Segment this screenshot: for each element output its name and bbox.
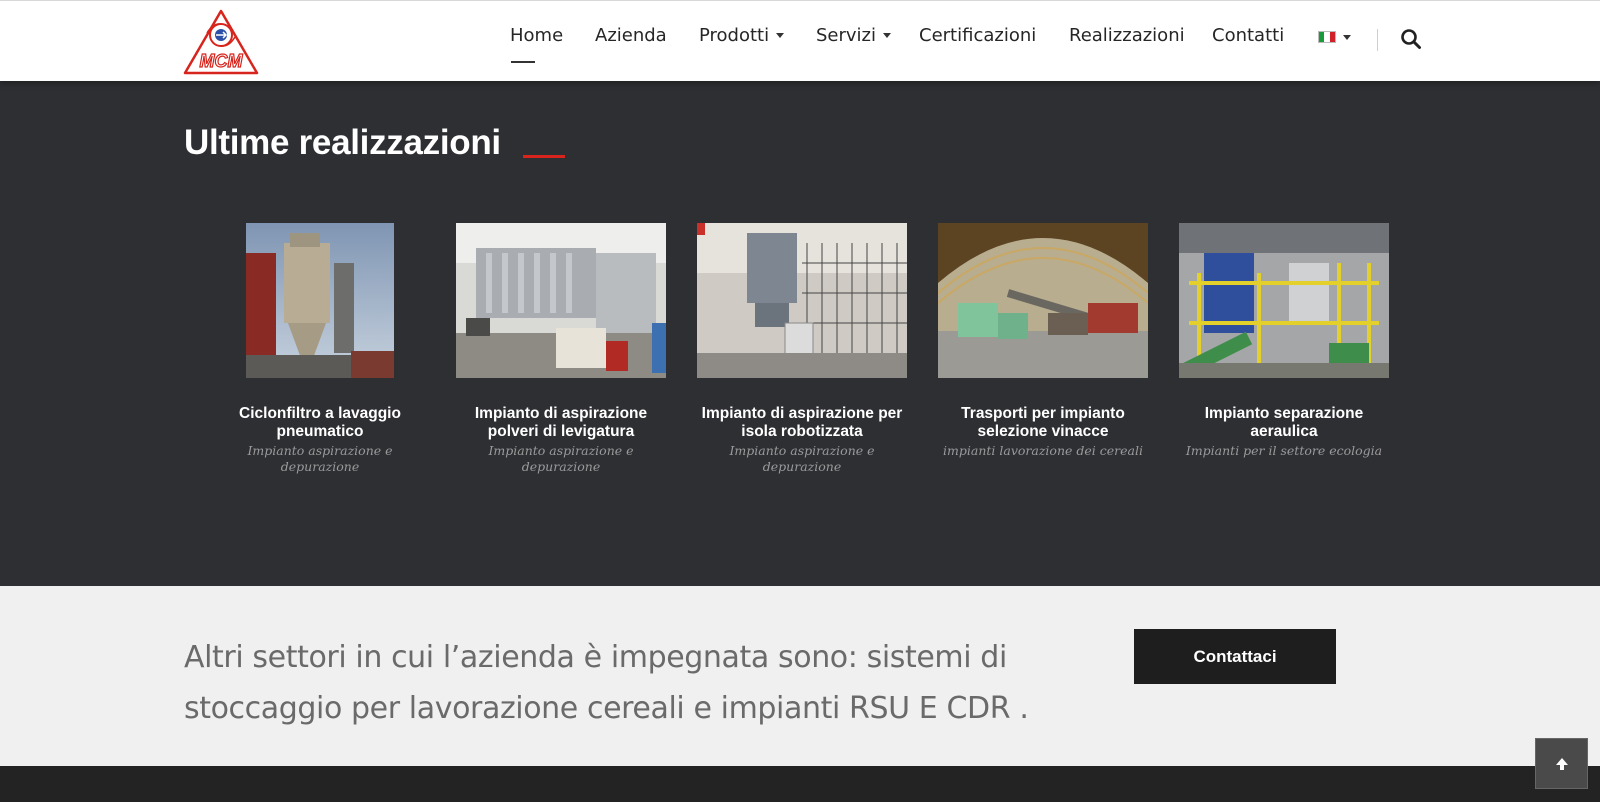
project-title[interactable]: Impianto di aspirazione per isola roboti… [697,405,907,441]
main-nav: Home Azienda Prodotti Servizi Certificaz… [0,25,1600,63]
latest-projects-section: Ultime realizzazioni Ciclonfiltro a lava… [0,81,1600,586]
air-separation-plant-photo [1179,223,1389,378]
project-title[interactable]: Ciclonfiltro a lavaggio pneumatico [215,405,425,441]
project-category[interactable]: Impianto aspirazione e depurazione [456,443,666,475]
project-image[interactable] [246,223,394,378]
footer [0,766,1600,802]
project-card-3[interactable]: Impianto di aspirazione per isola roboti… [697,223,907,475]
project-card-2[interactable]: Impianto di aspirazione polveri di levig… [456,223,666,475]
language-selector[interactable] [1318,31,1351,43]
italian-flag-icon [1318,31,1336,43]
project-category[interactable]: Impianto aspirazione e depurazione [215,443,425,475]
chevron-down-icon [1343,34,1351,40]
project-category[interactable]: Impianti per il settore ecologia [1179,443,1389,459]
project-image[interactable] [697,223,907,378]
contact-button[interactable]: Contattaci [1134,629,1336,684]
project-title[interactable]: Trasporti per impianto selezione vinacce [938,405,1148,441]
nav-divider [1377,29,1378,51]
search-button[interactable] [1400,28,1422,50]
site-header: MCM Home Azienda Prodotti Servizi Certif… [0,0,1600,81]
project-card-5[interactable]: Impianto separazione aeraulica Impianti … [1179,223,1389,459]
grape-pomace-transport-photo [938,223,1148,378]
project-card-1[interactable]: Ciclonfiltro a lavaggio pneumatico Impia… [215,223,425,475]
project-image[interactable] [456,223,666,378]
dust-extraction-photo [456,223,666,378]
arrow-up-icon [1555,757,1568,770]
chevron-down-icon [883,33,892,38]
project-category[interactable]: impianti lavorazione dei cereali [938,443,1148,459]
project-category[interactable]: Impianto aspirazione e depurazione [697,443,907,475]
search-icon [1401,29,1421,49]
project-card-4[interactable]: Trasporti per impianto selezione vinacce… [938,223,1148,459]
cta-text: Altri settori in cui l’azienda è impegna… [184,640,1029,726]
title-accent-bar [523,155,565,158]
project-title[interactable]: Impianto separazione aeraulica [1179,405,1389,441]
chevron-down-icon [776,33,785,38]
cta-band: Altri settori in cui l’azienda è impegna… [0,586,1600,766]
project-image[interactable] [1179,223,1389,378]
project-title[interactable]: Impianto di aspirazione polveri di levig… [456,405,666,441]
nav-item-servizi[interactable]: Servizi [816,25,892,46]
section-title: Ultime realizzazioni [184,123,501,162]
nav-item-contatti[interactable]: Contatti [1212,25,1284,46]
nav-item-azienda[interactable]: Azienda [595,25,667,46]
nav-item-realizzazioni[interactable]: Realizzazioni [1069,25,1185,46]
nav-item-home[interactable]: Home [510,25,563,63]
project-image[interactable] [938,223,1148,378]
nav-item-certificazioni[interactable]: Certificazioni [919,25,1036,46]
robotic-island-photo [697,223,907,378]
nav-item-prodotti[interactable]: Prodotti [699,25,785,46]
cyclone-filter-photo [246,223,394,378]
back-to-top-button[interactable] [1535,738,1588,789]
